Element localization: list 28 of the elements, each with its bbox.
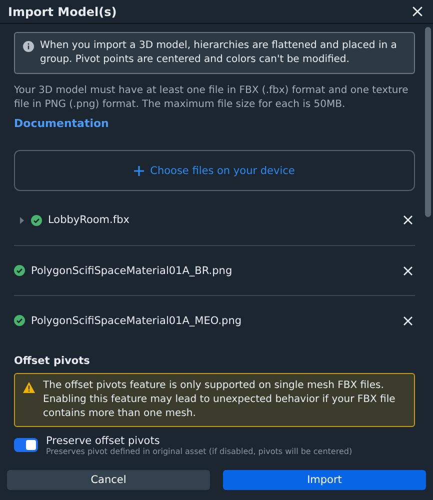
requirements-text: Your 3D model must have at least one file in FBX (.fbx) format and one texture file in PNG (.png) format. The maximum file size for each is 50MB. — [14, 84, 410, 112]
cancel-button[interactable]: Cancel — [7, 470, 210, 490]
close-icon — [403, 266, 413, 276]
toggle-switch[interactable] — [14, 438, 38, 452]
remove-file-button[interactable] — [401, 314, 415, 328]
documentation-link[interactable]: Documentation — [14, 117, 109, 130]
close-icon — [412, 6, 423, 17]
close-icon — [403, 316, 413, 326]
file-name: PolygonScifiSpaceMaterial01A_MEO.png — [31, 314, 243, 326]
import-button[interactable]: Import — [223, 470, 426, 490]
caret-right-icon[interactable] — [19, 216, 25, 224]
window-title: Import Model(s) — [8, 4, 117, 18]
section-heading: Offset pivots — [14, 355, 91, 367]
scrollbar-thumb[interactable] — [425, 27, 431, 217]
info-text: When you import a 3D model, hierarchies are flattened and placed in a group. Pivot points are centered and colors can't be modified. — [40, 39, 398, 67]
info-icon — [23, 41, 34, 52]
close-button[interactable] — [410, 4, 425, 19]
choose-files-button[interactable]: Choose files on your device — [14, 150, 415, 191]
remove-file-button[interactable] — [401, 264, 415, 278]
file-name: PolygonScifiSpaceMaterial01A_BR.png — [31, 264, 234, 276]
file-name: LobbyRoom.fbx — [48, 214, 130, 226]
plus-icon — [134, 166, 144, 176]
toggle-label: Preserve offset pivots — [46, 435, 161, 447]
warning-text: The offset pivots feature is only supported on single mesh FBX files. Enabling this feature may lead to unexpected behavior if your FBX file contains more than one mesh. — [43, 379, 396, 421]
close-icon — [403, 215, 413, 225]
remove-file-button[interactable] — [401, 213, 415, 227]
warning-icon — [23, 382, 35, 393]
toggle-description: Preserves pivot defined in original asset (if disabled, pivots will be centered) — [46, 447, 352, 456]
